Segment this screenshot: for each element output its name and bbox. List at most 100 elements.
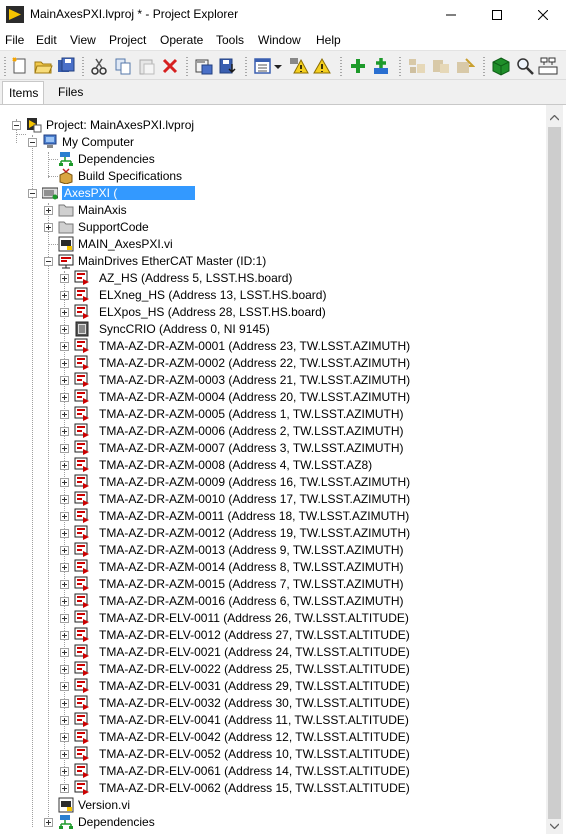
expand-toggle[interactable] <box>60 529 69 538</box>
open-icon[interactable] <box>33 56 53 76</box>
expand-toggle[interactable] <box>60 512 69 521</box>
expand-toggle[interactable] <box>60 631 69 640</box>
maximize-button[interactable] <box>474 0 520 30</box>
add-folder-icon[interactable] <box>371 56 391 76</box>
tree-item-ethercat-master[interactable]: MainDrives EtherCAT Master (ID:1) <box>0 253 546 270</box>
close-button[interactable] <box>520 0 566 30</box>
expand-toggle[interactable] <box>60 444 69 453</box>
tree-item-ethercat-slave[interactable]: TMA-AZ-DR-AZM-0008 (Address 4, TW.LSST.A… <box>0 457 546 474</box>
tree-item-ethercat-slave[interactable]: ELXneg_HS (Address 13, LSST.HS.board) <box>0 287 546 304</box>
collapse-toggle[interactable] <box>28 138 37 147</box>
menu-project[interactable]: Project <box>109 33 146 47</box>
save-all-icon[interactable] <box>56 56 76 76</box>
tree-item-ethercat-slave[interactable]: SyncCRIO (Address 0, NI 9145) <box>0 321 546 338</box>
refresh-icon[interactable] <box>455 56 475 76</box>
expand-toggle[interactable] <box>44 223 53 232</box>
tree-item-ethercat-slave[interactable]: TMA-AZ-DR-AZM-0014 (Address 8, TW.LSST.A… <box>0 559 546 576</box>
cut-icon[interactable] <box>89 56 109 76</box>
menu-file[interactable]: File <box>5 33 24 47</box>
delete-icon[interactable] <box>160 56 180 76</box>
search-icon[interactable] <box>515 56 535 76</box>
expand-toggle[interactable] <box>60 648 69 657</box>
menu-edit[interactable]: Edit <box>36 33 57 47</box>
tree-item-project[interactable]: Project: MainAxesPXI.lvproj <box>0 117 546 134</box>
expand-toggle[interactable] <box>60 563 69 572</box>
tree-item-ethercat-slave[interactable]: TMA-AZ-DR-AZM-0002 (Address 22, TW.LSST.… <box>0 355 546 372</box>
tree-item-ethercat-slave[interactable]: AZ_HS (Address 5, LSST.HS.board) <box>0 270 546 287</box>
expand-toggle[interactable] <box>60 767 69 776</box>
tree-item-ethercat-slave[interactable]: TMA-AZ-DR-AZM-0007 (Address 3, TW.LSST.A… <box>0 440 546 457</box>
tree-item-ethercat-slave[interactable]: TMA-AZ-DR-ELV-0061 (Address 14, TW.LSST.… <box>0 763 546 780</box>
expand-toggle[interactable] <box>60 478 69 487</box>
tree-item-version-vi[interactable]: Version.vi <box>0 797 546 814</box>
expand-toggle[interactable] <box>60 308 69 317</box>
expand-toggle[interactable] <box>44 206 53 215</box>
menu-help[interactable]: Help <box>316 33 341 47</box>
expand-toggle[interactable] <box>60 597 69 606</box>
menu-window[interactable]: Window <box>258 33 301 47</box>
filter-icon[interactable] <box>431 56 451 76</box>
vertical-scrollbar[interactable] <box>546 105 563 834</box>
warning-icon[interactable] <box>289 56 309 76</box>
collapse-toggle[interactable] <box>28 189 37 198</box>
tree-item-target-dependencies[interactable]: Dependencies <box>0 814 546 831</box>
view-icon[interactable] <box>253 56 273 76</box>
tree-item-supportcode[interactable]: SupportCode <box>0 219 546 236</box>
tree-item-build-specifications[interactable]: Build Specifications <box>0 168 546 185</box>
expand-toggle[interactable] <box>60 342 69 351</box>
new-icon[interactable] <box>10 56 30 76</box>
deploy-icon[interactable] <box>218 56 238 76</box>
tree-item-ethercat-slave[interactable]: TMA-AZ-DR-ELV-0052 (Address 10, TW.LSST.… <box>0 746 546 763</box>
scroll-thumb[interactable] <box>548 127 561 819</box>
scroll-down-button[interactable] <box>546 817 563 834</box>
expand-toggle[interactable] <box>60 716 69 725</box>
tree-item-ethercat-slave[interactable]: TMA-AZ-DR-AZM-0004 (Address 20, TW.LSST.… <box>0 389 546 406</box>
dropdown-icon[interactable] <box>272 56 284 76</box>
expand-toggle[interactable] <box>44 818 53 827</box>
collapse-toggle[interactable] <box>44 257 53 266</box>
tree-item-ethercat-slave[interactable]: TMA-AZ-DR-ELV-0031 (Address 29, TW.LSST.… <box>0 678 546 695</box>
tree-item-ethercat-slave[interactable]: TMA-AZ-DR-AZM-0009 (Address 16, TW.LSST.… <box>0 474 546 491</box>
tree-item-ethercat-slave[interactable]: TMA-AZ-DR-AZM-0005 (Address 1, TW.LSST.A… <box>0 406 546 423</box>
menu-operate[interactable]: Operate <box>160 33 203 47</box>
expand-toggle[interactable] <box>60 291 69 300</box>
menu-view[interactable]: View <box>70 33 96 47</box>
menu-tools[interactable]: Tools <box>216 33 244 47</box>
minimize-button[interactable] <box>428 0 474 30</box>
tree-item-ethercat-slave[interactable]: TMA-AZ-DR-AZM-0016 (Address 6, TW.LSST.A… <box>0 593 546 610</box>
expand-toggle[interactable] <box>60 495 69 504</box>
expand-toggle[interactable] <box>60 274 69 283</box>
copy-icon[interactable] <box>113 56 133 76</box>
expand-toggle[interactable] <box>60 580 69 589</box>
tree-item-ethercat-slave[interactable]: TMA-AZ-DR-AZM-0010 (Address 17, TW.LSST.… <box>0 491 546 508</box>
tree-item-ethercat-slave[interactable]: TMA-AZ-DR-ELV-0022 (Address 25, TW.LSST.… <box>0 661 546 678</box>
expand-toggle[interactable] <box>60 699 69 708</box>
expand-toggle[interactable] <box>60 733 69 742</box>
paste-icon[interactable] <box>137 56 157 76</box>
build-icon[interactable] <box>194 56 214 76</box>
tree-item-ethercat-slave[interactable]: TMA-AZ-DR-ELV-0042 (Address 12, TW.LSST.… <box>0 729 546 746</box>
expand-toggle[interactable] <box>60 682 69 691</box>
expand-toggle[interactable] <box>60 427 69 436</box>
tree-item-ethercat-slave[interactable]: TMA-AZ-DR-AZM-0013 (Address 9, TW.LSST.A… <box>0 542 546 559</box>
expand-toggle[interactable] <box>60 546 69 555</box>
expand-toggle[interactable] <box>60 461 69 470</box>
expand-toggle[interactable] <box>60 665 69 674</box>
tab-items[interactable]: Items <box>2 81 44 104</box>
tab-files[interactable]: Files <box>52 81 92 104</box>
package-icon[interactable] <box>491 56 511 76</box>
expand-toggle[interactable] <box>60 325 69 334</box>
expand-toggle[interactable] <box>60 750 69 759</box>
expand-toggle[interactable] <box>60 376 69 385</box>
dependencies-icon[interactable] <box>407 56 427 76</box>
tree-item-ethercat-slave[interactable]: TMA-AZ-DR-AZM-0003 (Address 21, TW.LSST.… <box>0 372 546 389</box>
expand-toggle[interactable] <box>60 410 69 419</box>
collapse-toggle[interactable] <box>12 121 21 130</box>
tree-item-ethercat-slave[interactable]: TMA-AZ-DR-ELV-0021 (Address 24, TW.LSST.… <box>0 644 546 661</box>
tree-item-ethercat-slave[interactable]: TMA-AZ-DR-ELV-0011 (Address 26, TW.LSST.… <box>0 610 546 627</box>
tree-item-ethercat-slave[interactable]: TMA-AZ-DR-AZM-0012 (Address 19, TW.LSST.… <box>0 525 546 542</box>
tree-item-dependencies[interactable]: Dependencies <box>0 151 546 168</box>
tree-item-ethercat-slave[interactable]: TMA-AZ-DR-AZM-0001 (Address 23, TW.LSST.… <box>0 338 546 355</box>
tree-item-ethercat-slave[interactable]: TMA-AZ-DR-ELV-0032 (Address 30, TW.LSST.… <box>0 695 546 712</box>
expand-toggle[interactable] <box>60 393 69 402</box>
